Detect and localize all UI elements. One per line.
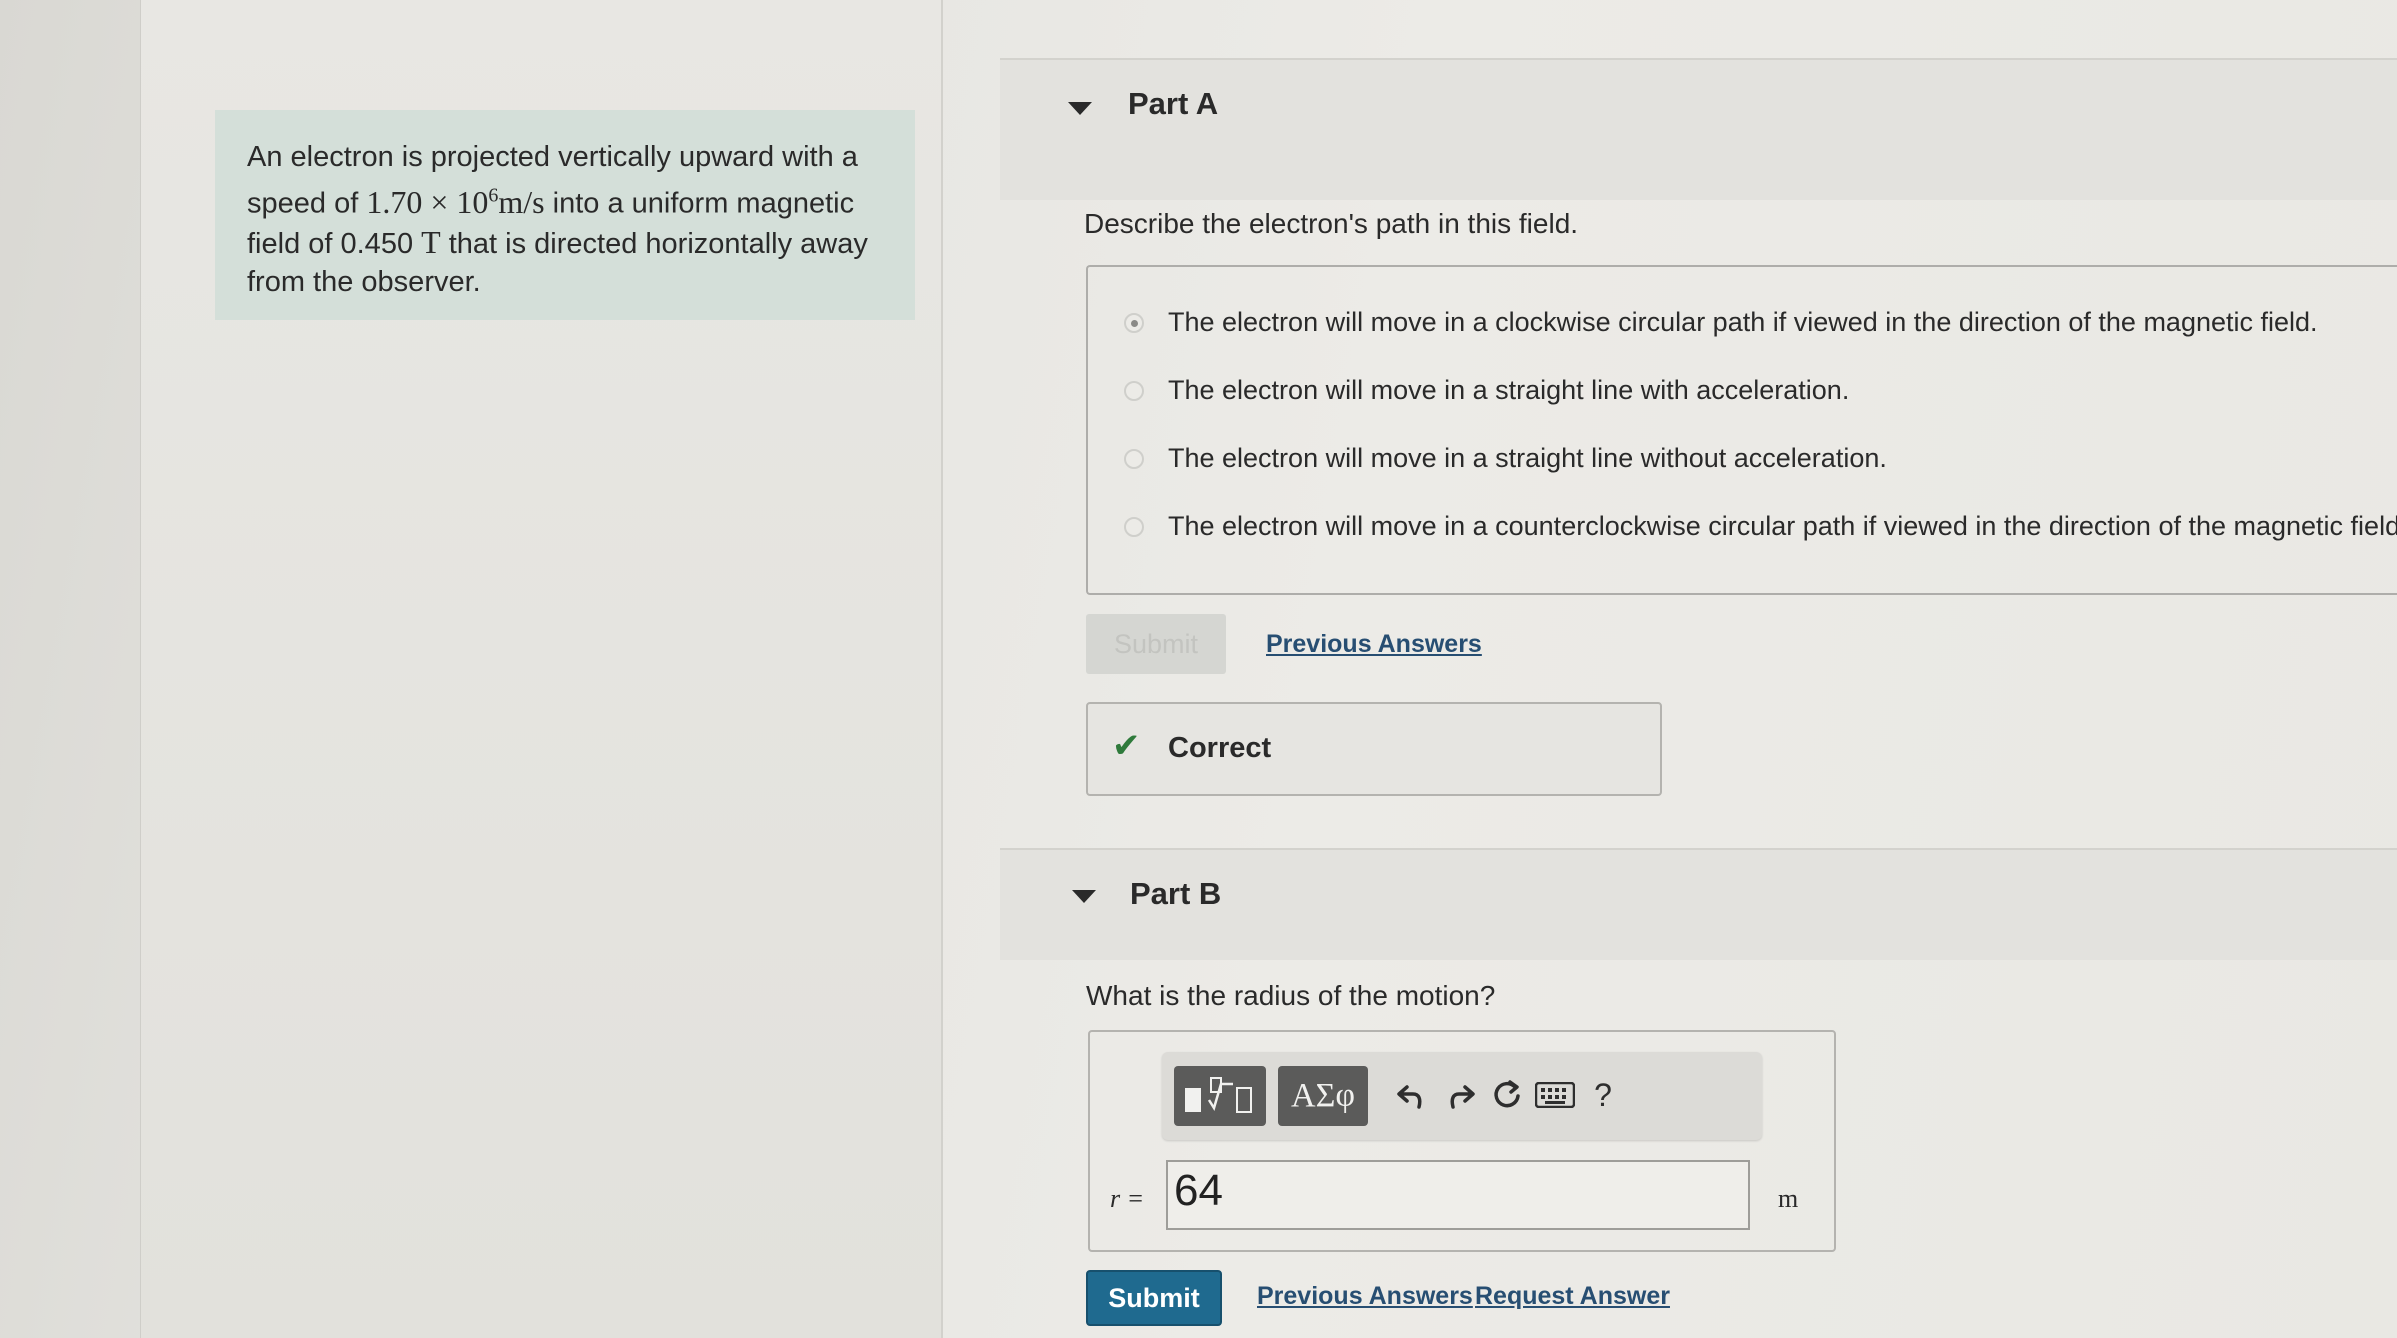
choice-label: The electron will move in a clockwise ci… bbox=[1168, 307, 2318, 337]
radio-button[interactable] bbox=[1124, 448, 1144, 469]
answer-area: ΑΣφ ? r = 64 m bbox=[1088, 1030, 1836, 1252]
part-b-header[interactable]: Part B bbox=[1000, 848, 2397, 960]
parts-column: Part A Describe the electron's path in t… bbox=[960, 0, 2397, 1338]
collapse-caret-icon[interactable] bbox=[1068, 102, 1092, 115]
checkmark-icon: ✔ bbox=[1112, 727, 1141, 765]
part-a-title: Part A bbox=[1128, 86, 1219, 121]
help-icon[interactable]: ? bbox=[1578, 1070, 1628, 1120]
greek-symbols-button[interactable]: ΑΣφ bbox=[1278, 1066, 1368, 1126]
feedback-label: Correct bbox=[1168, 732, 1272, 764]
intro-line-4: from the observer. bbox=[247, 265, 481, 298]
intro-line-2: speed of 1.70 × 106m/s into a uniform ma… bbox=[247, 176, 885, 223]
choice-clockwise[interactable]: The electron will move in a clockwise ci… bbox=[1124, 307, 2318, 338]
radius-answer-input[interactable]: 64 bbox=[1166, 1160, 1750, 1230]
part-b-question: What is the radius of the motion? bbox=[1086, 980, 1496, 1011]
collapse-caret-icon[interactable] bbox=[1072, 890, 1096, 903]
choice-counterclockwise[interactable]: The electron will move in a counterclock… bbox=[1124, 511, 2397, 542]
intro-text: into a uniform magnetic bbox=[544, 187, 855, 220]
choice-label: The electron will move in a counterclock… bbox=[1168, 511, 2397, 541]
page: An electron is projected vertically upwa… bbox=[0, 0, 2397, 1338]
request-answer-link[interactable]: Request Answer bbox=[1475, 1282, 1670, 1311]
choice-list: The electron will move in a clockwise ci… bbox=[1086, 265, 2397, 595]
field-unit: T bbox=[421, 223, 441, 260]
part-a-header[interactable]: Part A bbox=[1000, 58, 2397, 200]
feedback-correct: ✔ Correct bbox=[1086, 702, 1662, 796]
part-a-submit-button[interactable]: Submit bbox=[1086, 614, 1226, 674]
keyboard-icon[interactable] bbox=[1530, 1070, 1580, 1120]
math-toolbar: ΑΣφ ? bbox=[1162, 1052, 1762, 1140]
speed-value: 1.70 × 106m/s bbox=[366, 183, 545, 220]
choice-straight-no-accel[interactable]: The electron will move in a straight lin… bbox=[1124, 443, 1887, 474]
part-b-title: Part B bbox=[1130, 876, 1222, 911]
undo-icon[interactable] bbox=[1386, 1070, 1436, 1120]
templates-icon bbox=[1185, 1077, 1252, 1113]
choice-label: The electron will move in a straight lin… bbox=[1168, 375, 1850, 405]
choice-straight-accel[interactable]: The electron will move in a straight lin… bbox=[1124, 375, 1849, 406]
intro-text: speed of bbox=[247, 187, 367, 220]
problem-intro: An electron is projected vertically upwa… bbox=[215, 110, 915, 320]
reset-icon[interactable] bbox=[1482, 1070, 1532, 1120]
radio-button[interactable] bbox=[1124, 516, 1144, 537]
part-b-submit-button[interactable]: Submit bbox=[1086, 1270, 1222, 1326]
radio-button[interactable] bbox=[1124, 380, 1144, 401]
part-b-previous-answers-link[interactable]: Previous Answers bbox=[1257, 1282, 1473, 1311]
unit-label: m bbox=[1778, 1184, 1799, 1213]
part-a-question: Describe the electron's path in this fie… bbox=[1084, 208, 1579, 239]
choice-label: The electron will move in a straight lin… bbox=[1168, 443, 1887, 473]
intro-line-1: An electron is projected vertically upwa… bbox=[247, 141, 858, 173]
variable-label: r = bbox=[1110, 1184, 1145, 1213]
radio-button-selected[interactable] bbox=[1124, 312, 1144, 333]
part-a-previous-answers-link[interactable]: Previous Answers bbox=[1266, 630, 1482, 659]
templates-button[interactable] bbox=[1174, 1066, 1266, 1126]
redo-icon[interactable] bbox=[1436, 1070, 1486, 1120]
intro-line-3: field of 0.450 T that is directed horizo… bbox=[247, 223, 868, 260]
